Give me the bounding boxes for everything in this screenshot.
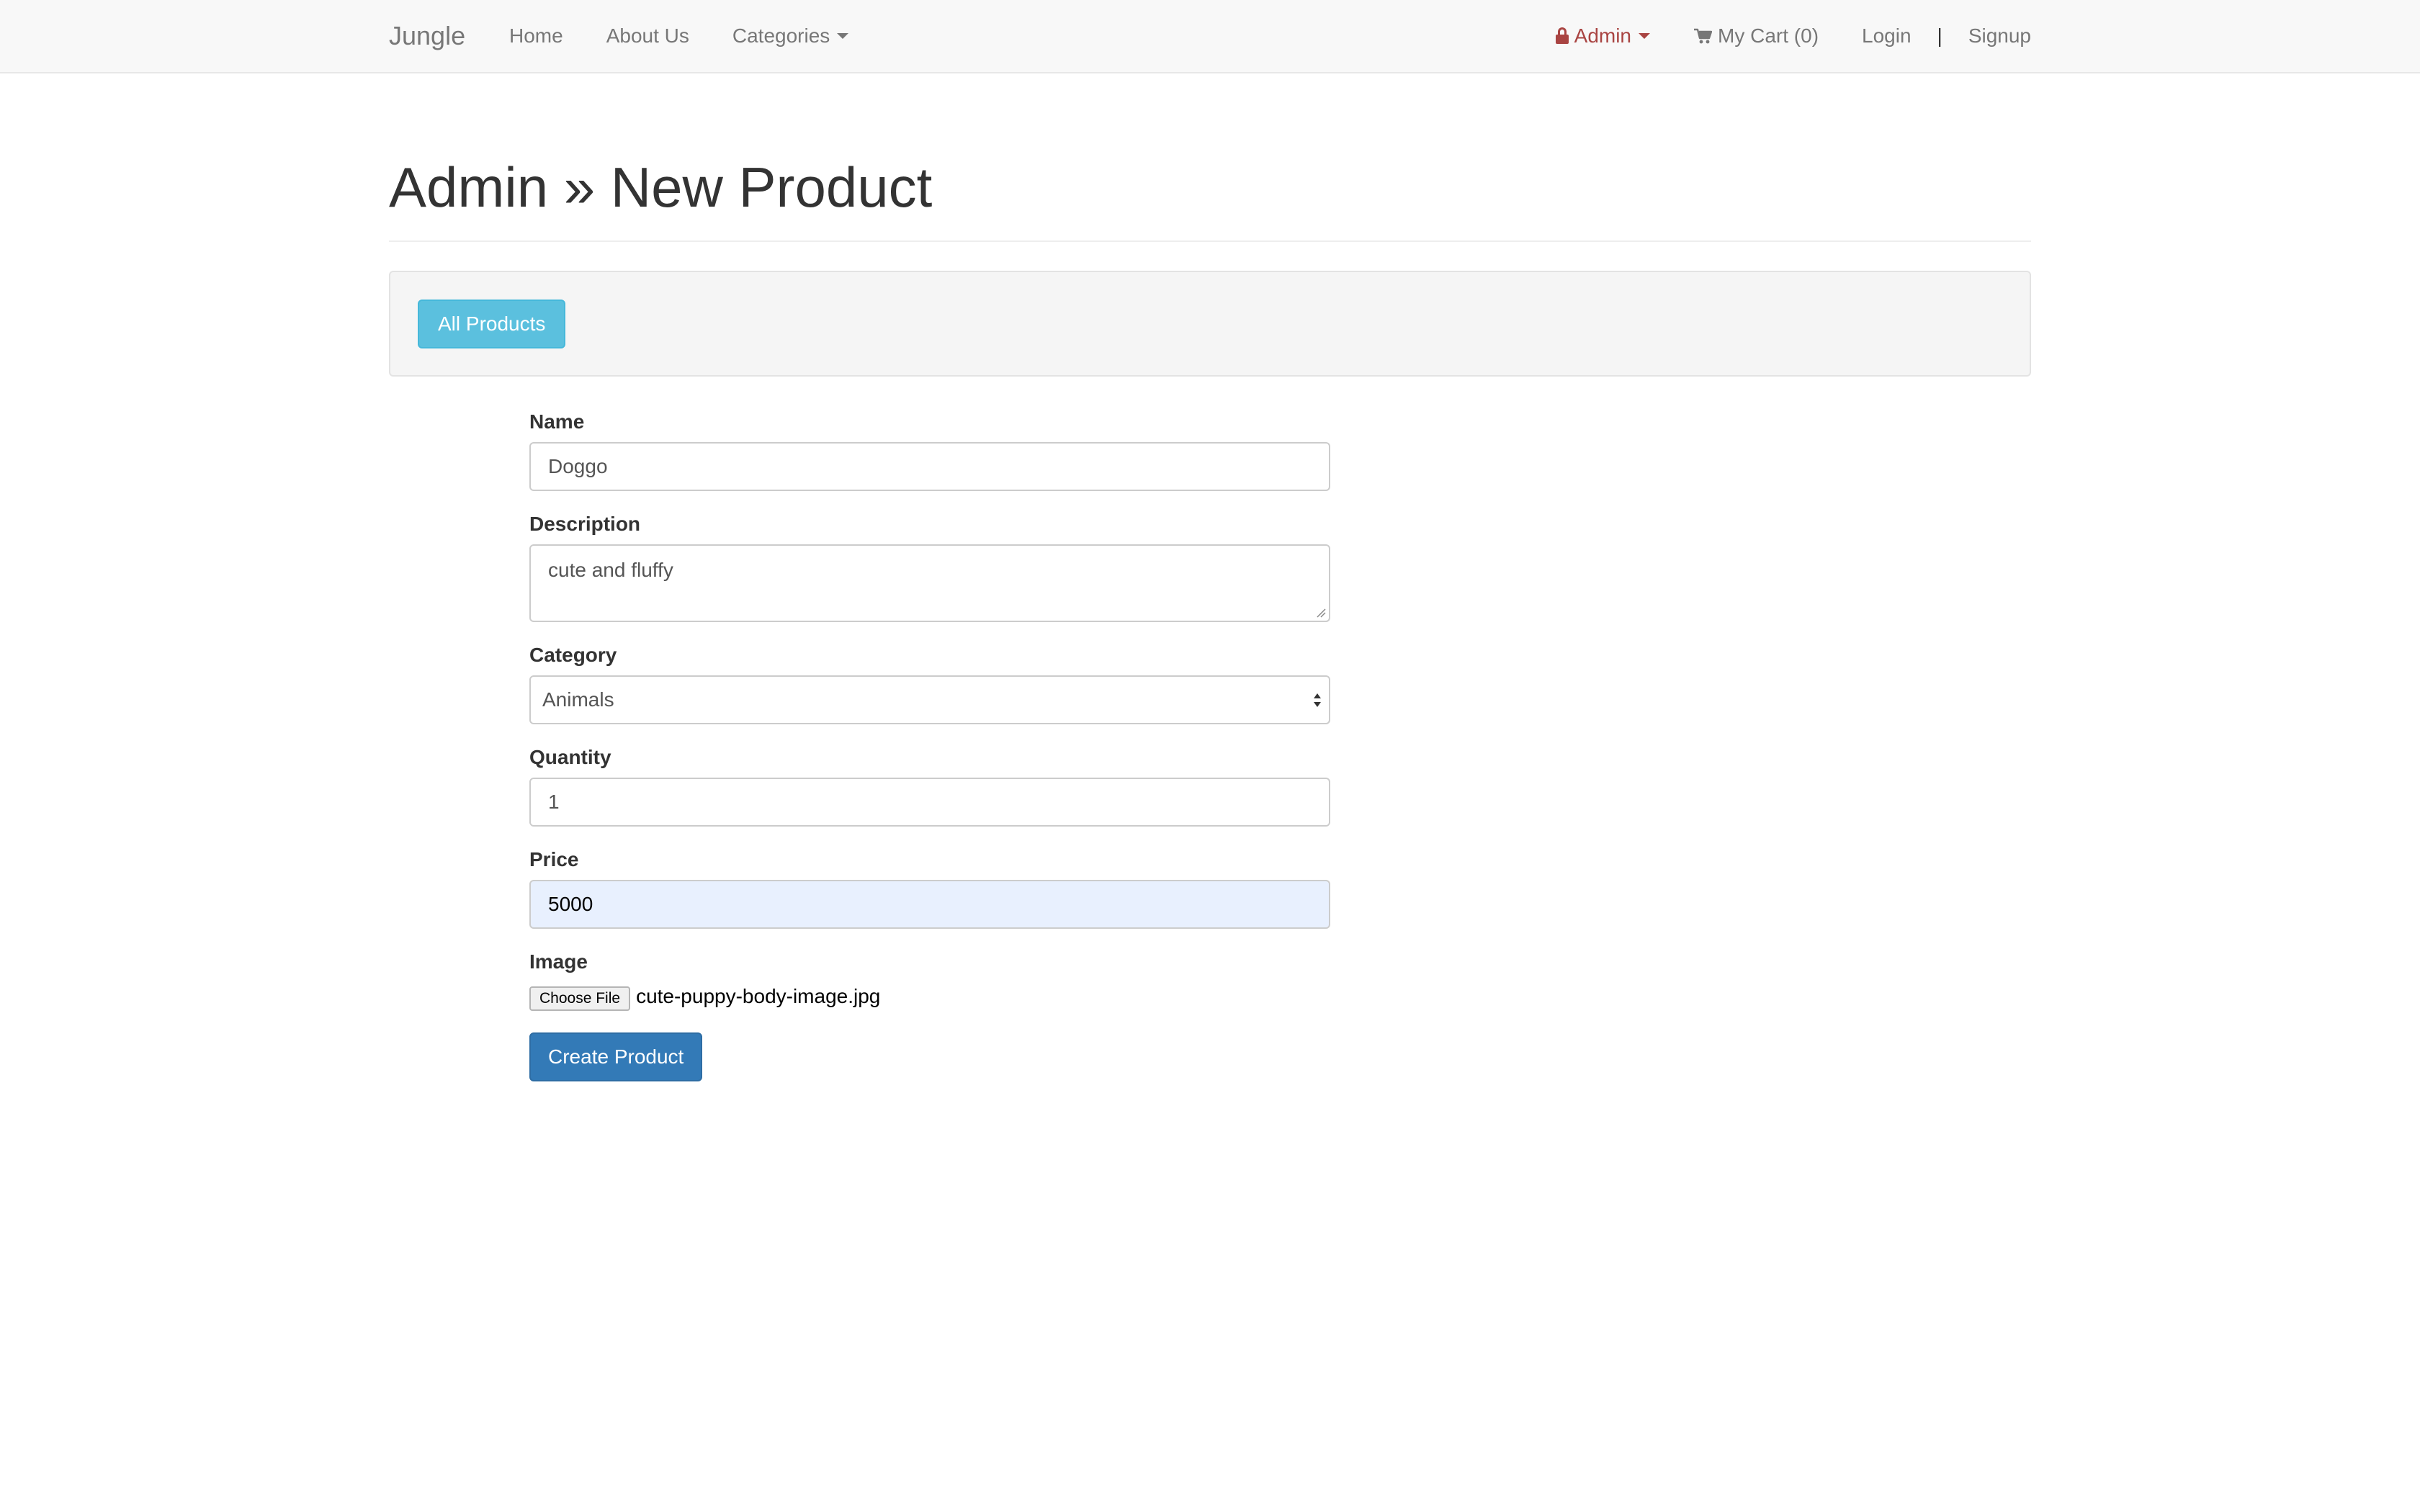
navbar-inner: Jungle Home About Us Categories Admin My… xyxy=(389,0,2031,72)
price-value: 5000 xyxy=(548,893,593,915)
page-header: Admin » New Product xyxy=(389,156,2031,242)
quantity-group: Quantity 1 xyxy=(529,746,1330,827)
all-products-button[interactable]: All Products xyxy=(418,299,566,348)
nav-categories-label: Categories xyxy=(732,24,830,47)
signup-link[interactable]: Signup xyxy=(1947,0,2031,72)
admin-dropdown[interactable]: Admin xyxy=(1534,0,1672,72)
quantity-value: 1 xyxy=(548,791,560,813)
selected-file-name: cute-puppy-body-image.jpg xyxy=(636,985,881,1007)
create-product-button[interactable]: Create Product xyxy=(529,1032,703,1081)
name-input[interactable]: Doggo xyxy=(529,442,1330,491)
image-file-input: Choose File cute-puppy-body-image.jpg xyxy=(529,982,1330,1011)
top-navbar: Jungle Home About Us Categories Admin My… xyxy=(0,0,2420,73)
name-label: Name xyxy=(529,410,585,433)
nav-about-link[interactable]: About Us xyxy=(585,0,711,72)
quantity-label: Quantity xyxy=(529,746,611,768)
description-textarea[interactable]: cute and fluffy xyxy=(529,544,1330,622)
select-arrows-icon xyxy=(1314,693,1321,707)
lock-icon xyxy=(1555,27,1569,45)
price-label: Price xyxy=(529,848,579,870)
caret-down-icon xyxy=(837,33,849,39)
description-label: Description xyxy=(529,513,641,535)
category-group: Category Animals xyxy=(529,644,1330,724)
image-group: Image Choose File cute-puppy-body-image.… xyxy=(529,950,1330,1011)
nav-right-menu: Admin My Cart (0) Login | Signup xyxy=(1534,0,2031,72)
nav-left-menu: Home About Us Categories xyxy=(509,0,870,72)
category-selected-value: Animals xyxy=(542,688,614,711)
caret-down-icon xyxy=(1639,33,1651,39)
my-cart-label: My Cart (0) xyxy=(1718,24,1819,47)
choose-file-button[interactable]: Choose File xyxy=(529,986,631,1011)
nav-separator: | xyxy=(1937,24,1942,47)
page-title: Admin » New Product xyxy=(389,156,933,219)
cart-icon xyxy=(1694,28,1713,44)
new-product-form: Name Doggo Description cute and fluffy C… xyxy=(529,410,1330,1081)
name-value: Doggo xyxy=(548,455,608,477)
description-group: Description cute and fluffy xyxy=(529,513,1330,622)
nav-home-link[interactable]: Home xyxy=(509,0,585,72)
my-cart-link[interactable]: My Cart (0) xyxy=(1672,0,1840,72)
resize-grip-icon[interactable] xyxy=(1316,608,1326,618)
nav-categories-dropdown[interactable]: Categories xyxy=(711,0,870,72)
price-input[interactable]: 5000 xyxy=(529,880,1330,929)
category-select[interactable]: Animals xyxy=(529,675,1330,724)
quantity-input[interactable]: 1 xyxy=(529,778,1330,827)
description-value: cute and fluffy xyxy=(548,559,673,581)
brand-link[interactable]: Jungle xyxy=(389,0,465,72)
image-label: Image xyxy=(529,950,588,973)
admin-label: Admin xyxy=(1574,24,1632,47)
main-container: Admin » New Product All Products xyxy=(389,73,2031,377)
name-group: Name Doggo xyxy=(529,410,1330,491)
category-label: Category xyxy=(529,644,617,666)
price-group: Price 5000 xyxy=(529,848,1330,929)
actions-well: All Products xyxy=(389,270,2031,377)
login-link[interactable]: Login xyxy=(1840,0,1933,72)
